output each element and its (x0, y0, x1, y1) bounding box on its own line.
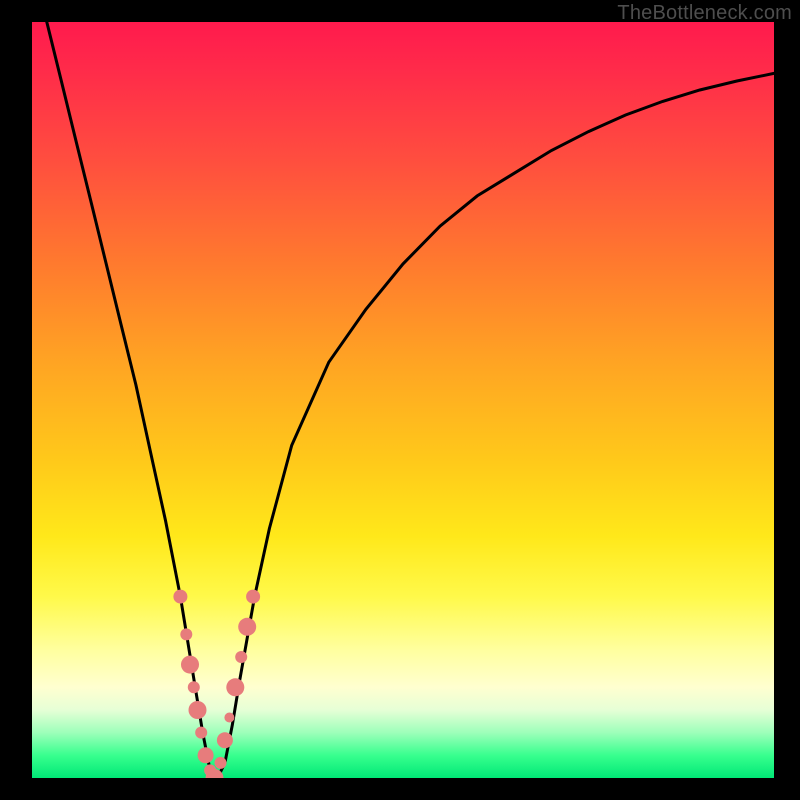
marker-dot (180, 628, 192, 640)
marker-dot (226, 678, 244, 696)
chart-plot-area (32, 22, 774, 778)
marker-dot (181, 656, 199, 674)
marker-group (173, 590, 260, 778)
marker-dot (215, 757, 227, 769)
marker-dot (246, 590, 260, 604)
marker-dot (204, 764, 216, 776)
marker-dot (188, 681, 200, 693)
chart-svg (32, 22, 774, 778)
marker-dot (195, 727, 207, 739)
watermark-text: TheBottleneck.com (617, 2, 792, 25)
marker-dot (238, 618, 256, 636)
marker-dot (224, 713, 234, 723)
chart-frame: TheBottleneck.com (0, 0, 800, 800)
marker-dot (198, 747, 214, 763)
marker-dot (217, 732, 233, 748)
marker-dot (206, 769, 224, 778)
marker-dot (189, 701, 207, 719)
bottleneck-curve (32, 22, 774, 778)
marker-dot (173, 590, 187, 604)
marker-dot (235, 651, 247, 663)
